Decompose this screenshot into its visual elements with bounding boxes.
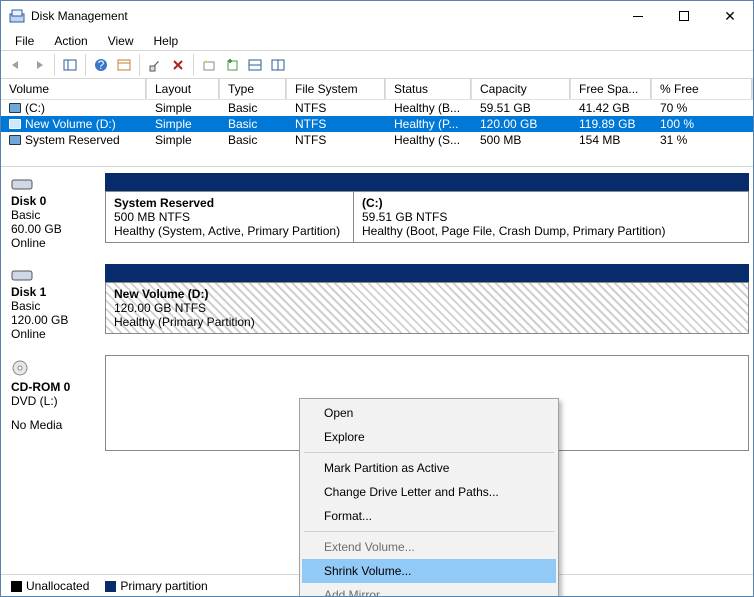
- volume-row[interactable]: (C:) Simple Basic NTFS Healthy (B... 59.…: [1, 100, 753, 116]
- disk-row: Disk 0 Basic 60.00 GB Online System Rese…: [5, 173, 749, 254]
- drive-icon: [9, 135, 21, 145]
- menu-item: Extend Volume...: [302, 535, 556, 559]
- col-layout[interactable]: Layout: [147, 79, 220, 99]
- maximize-button[interactable]: [661, 1, 707, 31]
- menu-item[interactable]: Mark Partition as Active: [302, 456, 556, 480]
- cdrom-icon: [11, 359, 29, 377]
- volume-list-view-icon[interactable]: [267, 54, 289, 76]
- svg-text:?: ?: [98, 58, 105, 72]
- toolbar: ?: [1, 51, 753, 79]
- partition-new-volume-d[interactable]: New Volume (D:) 120.00 GB NTFS Healthy (…: [106, 283, 748, 333]
- titlebar: Disk Management ✕: [1, 1, 753, 31]
- col-percent-free[interactable]: % Free: [652, 79, 753, 99]
- back-button[interactable]: [5, 54, 27, 76]
- menu-item[interactable]: Format...: [302, 504, 556, 528]
- new-simple-volume-icon[interactable]: [221, 54, 243, 76]
- volume-row[interactable]: System Reserved Simple Basic NTFS Health…: [1, 132, 753, 148]
- close-button[interactable]: ✕: [707, 1, 753, 31]
- menu-view[interactable]: View: [100, 32, 142, 50]
- action-list-icon[interactable]: [113, 54, 135, 76]
- menu-item: Add Mirror...: [302, 583, 556, 596]
- disk-row: Disk 1 Basic 120.00 GB Online New Volume…: [5, 264, 749, 345]
- disk-header-bar: [105, 173, 749, 191]
- delete-icon[interactable]: [167, 54, 189, 76]
- menu-file[interactable]: File: [7, 32, 42, 50]
- menu-action[interactable]: Action: [46, 32, 95, 50]
- disk-header-bar: [105, 264, 749, 282]
- window-controls: ✕: [615, 1, 753, 31]
- volume-row[interactable]: New Volume (D:) Simple Basic NTFS Health…: [1, 116, 753, 132]
- help-icon[interactable]: ?: [90, 54, 112, 76]
- drive-icon: [9, 103, 21, 113]
- menu-item[interactable]: Change Drive Letter and Paths...: [302, 480, 556, 504]
- col-free-space[interactable]: Free Spa...: [571, 79, 652, 99]
- context-menu: OpenExplore Mark Partition as ActiveChang…: [299, 398, 559, 596]
- show-hide-console-tree-icon[interactable]: [59, 54, 81, 76]
- volume-list: Volume Layout Type File System Status Ca…: [1, 79, 753, 167]
- wizard-icon[interactable]: [198, 54, 220, 76]
- menu-item[interactable]: Shrink Volume...: [302, 559, 556, 583]
- disk-management-window: Disk Management ✕ File Action View Help …: [0, 0, 754, 597]
- forward-button[interactable]: [28, 54, 50, 76]
- refresh-icon[interactable]: [144, 54, 166, 76]
- app-icon: [9, 8, 25, 24]
- menu-item[interactable]: Open: [302, 401, 556, 425]
- menu-help[interactable]: Help: [146, 32, 187, 50]
- partition-c[interactable]: (C:) 59.51 GB NTFS Healthy (Boot, Page F…: [354, 192, 748, 242]
- col-volume[interactable]: Volume: [1, 79, 147, 99]
- minimize-button[interactable]: [615, 1, 661, 31]
- legend-unallocated: Unallocated: [11, 579, 89, 593]
- disk-icon: [11, 177, 33, 191]
- volume-list-header: Volume Layout Type File System Status Ca…: [1, 79, 753, 100]
- drive-icon: [9, 119, 21, 129]
- disk-icon: [11, 268, 33, 282]
- legend-primary-partition: Primary partition: [105, 579, 207, 593]
- settings-view-icon[interactable]: [244, 54, 266, 76]
- menubar: File Action View Help: [1, 31, 753, 51]
- col-capacity[interactable]: Capacity: [472, 79, 571, 99]
- col-type[interactable]: Type: [220, 79, 287, 99]
- col-status[interactable]: Status: [386, 79, 472, 99]
- disk-label[interactable]: Disk 1 Basic 120.00 GB Online: [5, 264, 105, 345]
- window-title: Disk Management: [31, 9, 615, 23]
- partition-system-reserved[interactable]: System Reserved 500 MB NTFS Healthy (Sys…: [106, 192, 354, 242]
- menu-item[interactable]: Explore: [302, 425, 556, 449]
- disk-label[interactable]: CD-ROM 0 DVD (L:) No Media: [5, 355, 105, 451]
- col-filesystem[interactable]: File System: [287, 79, 386, 99]
- disk-label[interactable]: Disk 0 Basic 60.00 GB Online: [5, 173, 105, 254]
